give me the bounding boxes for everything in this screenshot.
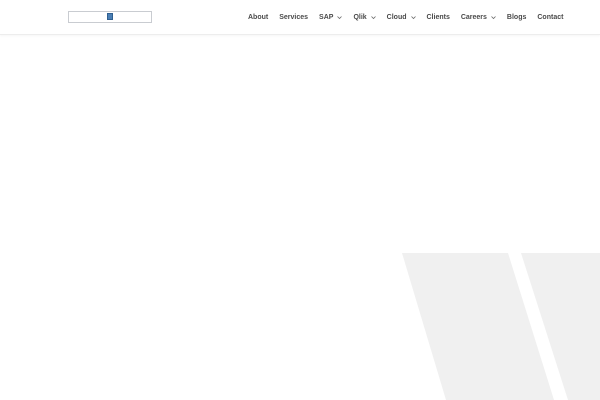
- nav-item-about[interactable]: About: [248, 13, 268, 23]
- nav-item-qlik[interactable]: Qlik: [353, 13, 376, 23]
- nav-item-cloud[interactable]: Cloud: [387, 13, 416, 23]
- nav-item-label: Clients: [426, 14, 450, 21]
- nav-item-services[interactable]: Services: [279, 13, 308, 23]
- nav-item-label: Contact: [537, 14, 564, 21]
- nav-item-label: Blogs: [506, 14, 527, 21]
- nav-item-label: Qlik: [353, 14, 367, 21]
- nav-item-clients[interactable]: Clients: [427, 13, 450, 23]
- site-header: About Services SAP Qlik Cloud Clients Ca…: [0, 0, 600, 35]
- nav-item-sap[interactable]: SAP: [319, 13, 343, 23]
- logo-image-icon: [107, 13, 113, 20]
- nav-item-label: Services: [279, 14, 309, 21]
- nav-item-contact[interactable]: Contact: [537, 13, 563, 23]
- background-stripes: [402, 253, 600, 400]
- chevron-down-icon: [337, 15, 343, 20]
- page: About Services SAP Qlik Cloud Clients Ca…: [0, 0, 600, 400]
- nav-item-blogs[interactable]: Blogs: [507, 13, 526, 23]
- chevron-down-icon: [491, 15, 496, 20]
- nav-item-careers[interactable]: Careers: [461, 13, 496, 23]
- site-logo[interactable]: [68, 11, 152, 23]
- chevron-down-icon: [410, 15, 416, 20]
- nav-item-label: SAP: [319, 14, 334, 21]
- nav-item-label: Careers: [460, 14, 487, 21]
- main-nav: About Services SAP Qlik Cloud Clients Ca…: [248, 12, 563, 24]
- nav-item-label: About: [248, 14, 269, 21]
- nav-item-label: Cloud: [386, 14, 407, 21]
- chevron-down-icon: [370, 15, 376, 20]
